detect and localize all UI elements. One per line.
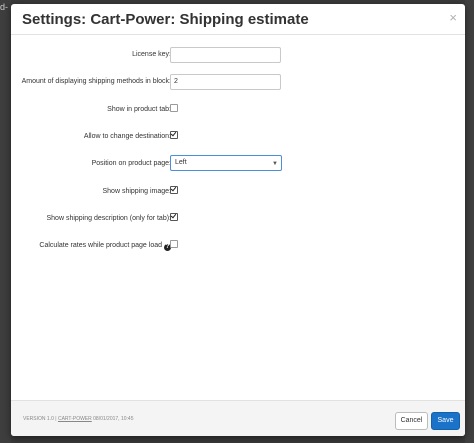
position-label: Position on product page:: [91, 160, 171, 167]
calculate-rates-label: Calculate rates while product page load?: [39, 242, 171, 251]
row-position: Position on product page: Left ▼: [11, 155, 465, 176]
allow-change-destination-checkbox[interactable]: [170, 131, 178, 139]
methods-count-input[interactable]: [170, 74, 281, 90]
version-date: 08/01/2017, 10:45: [93, 416, 134, 422]
background-page: d-: [0, 0, 11, 443]
show-shipping-description-checkbox[interactable]: [170, 213, 178, 221]
calculate-rates-label-text: Calculate rates while product page load: [39, 242, 162, 249]
version-text: VERSION 1.0: [23, 416, 54, 422]
settings-dialog: Settings: Cart-Power: Shipping estimate …: [11, 4, 465, 436]
background-text: d-: [0, 2, 9, 12]
cancel-button[interactable]: Cancel: [395, 412, 428, 430]
row-show-shipping-description: Show shipping description (only for tab)…: [11, 211, 465, 231]
version-separator: |: [55, 416, 57, 422]
show-in-product-tab-label: Show in product tab:: [107, 106, 171, 113]
row-allow-change-destination: Allow to change destination:: [11, 129, 465, 149]
show-shipping-image-checkbox[interactable]: [170, 186, 178, 194]
license-key-input[interactable]: [170, 47, 281, 63]
row-show-in-product-tab: Show in product tab:: [11, 102, 465, 122]
dialog-header: Settings: Cart-Power: Shipping estimate …: [11, 4, 465, 35]
vendor-link[interactable]: CART-POWER: [58, 416, 92, 422]
show-shipping-image-label: Show shipping image:: [102, 188, 172, 195]
row-show-shipping-image: Show shipping image:: [11, 184, 465, 204]
chevron-down-icon: ▼: [272, 161, 278, 167]
license-key-label: License key:: [132, 51, 171, 58]
version-info: VERSION 1.0 | CART-POWER 08/01/2017, 10:…: [23, 416, 133, 422]
position-select[interactable]: Left ▼: [170, 155, 282, 171]
row-methods-count: Amount of displaying shipping methods in…: [11, 74, 465, 94]
row-license-key: License key:: [11, 47, 465, 67]
close-icon[interactable]: ×: [449, 11, 457, 24]
dialog-title: Settings: Cart-Power: Shipping estimate: [22, 11, 309, 28]
position-selected-value: Left: [175, 159, 187, 166]
row-calculate-rates: Calculate rates while product page load?: [11, 238, 465, 258]
show-in-product-tab-checkbox[interactable]: [170, 104, 178, 112]
dialog-footer: VERSION 1.0 | CART-POWER 08/01/2017, 10:…: [11, 400, 465, 436]
settings-form: License key: Amount of displaying shippi…: [11, 35, 465, 400]
save-button[interactable]: Save: [431, 412, 460, 430]
show-shipping-description-label: Show shipping description (only for tab)…: [46, 215, 171, 222]
background-page-right: [465, 0, 474, 443]
methods-count-label: Amount of displaying shipping methods in…: [21, 78, 171, 85]
calculate-rates-checkbox[interactable]: [170, 240, 178, 248]
allow-change-destination-label: Allow to change destination:: [83, 133, 171, 140]
